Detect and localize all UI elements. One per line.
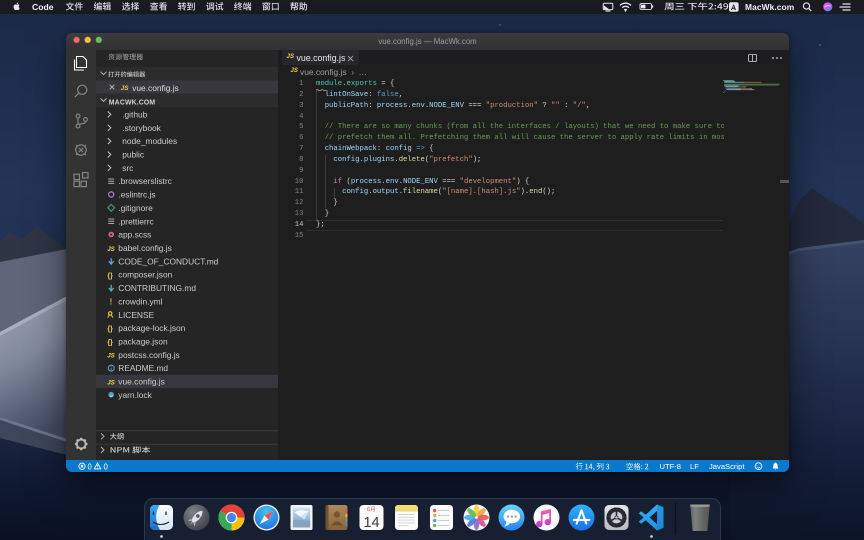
svg-text:.browserslistrc: .browserslistrc — [118, 176, 172, 186]
svg-text:MACWK.COM: MACWK.COM — [109, 100, 156, 107]
svg-text:CODE_OF_CONDUCT.md: CODE_OF_CONDUCT.md — [118, 256, 218, 266]
svg-text:package.json: package.json — [118, 336, 168, 346]
svg-text:vue.config.js: vue.config.js — [118, 377, 165, 387]
svg-text:JS: JS — [107, 379, 115, 386]
svg-text:.eslintrc.js: .eslintrc.js — [118, 190, 155, 200]
svg-text:0: 0 — [104, 462, 109, 471]
svg-text:CONTRIBUTING.md: CONTRIBUTING.md — [118, 283, 196, 293]
svg-text:.gitignore: .gitignore — [118, 203, 153, 213]
svg-text:yarn.lock: yarn.lock — [118, 390, 152, 400]
svg-text:JS: JS — [107, 353, 115, 360]
svg-text:0: 0 — [88, 462, 93, 471]
svg-text:postcss.config.js: postcss.config.js — [118, 350, 179, 360]
svg-text:{}: {} — [107, 326, 113, 333]
svg-text:.github: .github — [122, 110, 147, 120]
svg-text:UTF-8: UTF-8 — [660, 462, 682, 471]
svg-text:LICENSE: LICENSE — [118, 310, 154, 320]
svg-text:app.scss: app.scss — [118, 230, 151, 240]
svg-text:14: 14 — [363, 515, 379, 531]
svg-text:{}: {} — [107, 340, 113, 347]
svg-text:composer.json: composer.json — [118, 270, 172, 280]
svg-text:JS: JS — [107, 246, 115, 253]
svg-text:JavaScript: JavaScript — [709, 462, 745, 471]
svg-text:LF: LF — [690, 462, 699, 471]
svg-text:vue.config.js: vue.config.js — [132, 83, 179, 93]
svg-text:JS: JS — [121, 85, 129, 92]
svg-text:src: src — [122, 163, 133, 173]
svg-text:crowdin.yml: crowdin.yml — [118, 296, 162, 306]
svg-text:.storybook: .storybook — [122, 123, 161, 133]
svg-text:node_modules: node_modules — [122, 136, 177, 146]
svg-text:!: ! — [110, 298, 113, 307]
svg-text:public: public — [122, 150, 144, 160]
svg-text:{}: {} — [107, 273, 113, 280]
svg-text:babel.config.js: babel.config.js — [118, 243, 172, 253]
svg-text:README.md: README.md — [118, 363, 168, 373]
svg-text:package-lock.json: package-lock.json — [118, 323, 185, 333]
svg-text:.prettierrc: .prettierrc — [118, 216, 153, 226]
